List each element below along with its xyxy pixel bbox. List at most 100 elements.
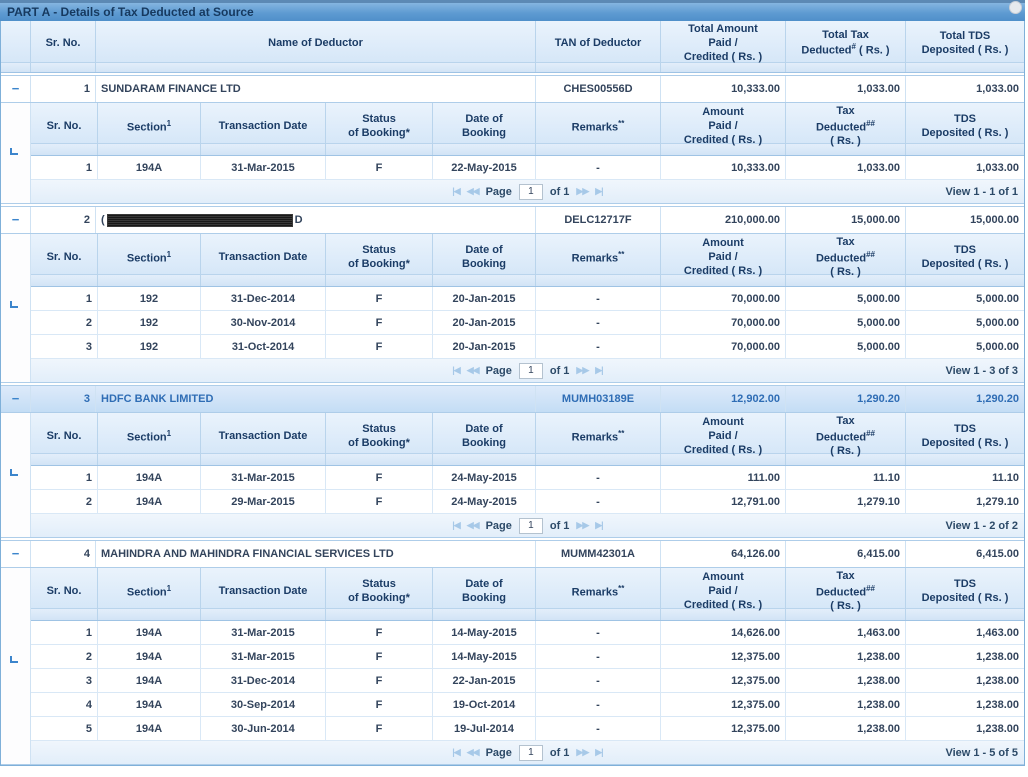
tree-elbow-icon: [10, 300, 18, 308]
transaction-row[interactable]: 2 194A 31-Mar-2015 F 14-May-2015 - 12,37…: [31, 645, 1024, 669]
cell-tax: 1,238.00: [786, 669, 906, 692]
page-of-label: of 1: [549, 185, 570, 198]
cell-remarks: -: [536, 645, 661, 668]
first-page-icon[interactable]: |◀: [452, 186, 461, 197]
last-page-icon[interactable]: ▶|: [595, 520, 604, 531]
collapse-cell[interactable]: −: [1, 386, 31, 412]
cell-amount: 70,000.00: [661, 287, 786, 310]
collapse-cell[interactable]: −: [1, 207, 31, 233]
subgrid-gutter: [1, 234, 31, 382]
next-page-icon[interactable]: ▶▶: [576, 520, 589, 531]
cell-tax: 1,238.00: [786, 717, 906, 740]
cell-tds: 1,238.00: [976, 674, 1019, 687]
transaction-row[interactable]: 5 194A 30-Jun-2014 F 19-Jul-2014 - 12,37…: [31, 717, 1024, 741]
collapse-icon[interactable]: −: [12, 547, 20, 560]
cell-booking-date: 22-Jan-2015: [433, 669, 536, 692]
cell-transaction-date: 31-Mar-2015: [201, 621, 326, 644]
cell-tds: 1,238.00: [976, 698, 1019, 711]
cell-booking-date: 22-May-2015: [433, 156, 536, 179]
cell-remarks: -: [536, 693, 661, 716]
cell-tds: 1,463.00: [976, 626, 1019, 639]
tree-elbow-icon: [10, 468, 18, 476]
cell-section: 194A: [98, 645, 201, 668]
main-header-total-tax: Total Tax Deducted# ( Rs. ): [786, 21, 906, 67]
last-page-icon[interactable]: ▶|: [595, 747, 604, 758]
cell-booking-date: 20-Jan-2015: [433, 287, 536, 310]
cell-tax: 11.10: [786, 466, 906, 489]
collapse-icon[interactable]: −: [12, 82, 20, 95]
prev-page-icon[interactable]: ◀◀: [467, 747, 480, 758]
prev-page-icon[interactable]: ◀◀: [467, 186, 480, 197]
transaction-row[interactable]: 2 194A 29-Mar-2015 F 24-May-2015 - 12,79…: [31, 490, 1024, 514]
first-page-icon[interactable]: |◀: [452, 747, 461, 758]
cell-tax: 1,279.10: [786, 490, 906, 513]
next-page-icon[interactable]: ▶▶: [576, 365, 589, 376]
deductor-tan: MUMM42301A: [536, 541, 661, 567]
cell-remarks: -: [536, 717, 661, 740]
transaction-row[interactable]: 3 194A 31-Dec-2014 F 22-Jan-2015 - 12,37…: [31, 669, 1024, 693]
part-a-tds-panel: PART A - Details of Tax Deducted at Sour…: [0, 0, 1025, 766]
transaction-row[interactable]: 1 194A 31-Mar-2015 F 14-May-2015 - 14,62…: [31, 621, 1024, 645]
page-input[interactable]: [518, 517, 543, 534]
cell-transaction-date: 31-Dec-2014: [201, 287, 326, 310]
cell-section: 194A: [98, 669, 201, 692]
prev-page-icon[interactable]: ◀◀: [467, 365, 480, 376]
cell-transaction-date: 31-Mar-2015: [201, 156, 326, 179]
cell-tds: 1,238.00: [976, 650, 1019, 663]
cell-amount: 12,375.00: [661, 693, 786, 716]
collapse-icon[interactable]: −: [12, 213, 20, 226]
transaction-row[interactable]: 1 194A 31-Mar-2015 F 22-May-2015 - 10,33…: [31, 156, 1024, 180]
deductor-total-amount: 10,333.00: [661, 76, 786, 102]
cell-remarks: -: [536, 335, 661, 358]
deductor-row[interactable]: − 1 SUNDARAM FINANCE LTD CHES00556D 10,3…: [1, 76, 1024, 102]
next-page-icon[interactable]: ▶▶: [576, 186, 589, 197]
deductor-row[interactable]: − 4 MAHINDRA AND MAHINDRA FINANCIAL SERV…: [1, 541, 1024, 567]
deductor-srno: 3: [31, 386, 96, 412]
transaction-row[interactable]: 3 192 31-Oct-2014 F 20-Jan-2015 - 70,000…: [31, 335, 1024, 359]
deductor-total-amount: 64,126.00: [661, 541, 786, 567]
transaction-row[interactable]: 1 194A 31-Mar-2015 F 24-May-2015 - 111.0…: [31, 466, 1024, 490]
cell-amount: 70,000.00: [661, 311, 786, 334]
subgrid-gutter: [1, 413, 31, 537]
last-page-icon[interactable]: ▶|: [595, 186, 604, 197]
deductor-group: − 4 MAHINDRA AND MAHINDRA FINANCIAL SERV…: [1, 540, 1024, 765]
cell-remarks: -: [536, 490, 661, 513]
cell-booking-date: 14-May-2015: [433, 645, 536, 668]
cell-booking-date: 19-Jul-2014: [433, 717, 536, 740]
deductor-row[interactable]: − 2 (D DELC12717F 210,000.00 15,000.00 1…: [1, 207, 1024, 233]
cell-section: 194A: [98, 156, 201, 179]
deductor-name: SUNDARAM FINANCE LTD: [96, 76, 536, 102]
transaction-row[interactable]: 1 192 31-Dec-2014 F 20-Jan-2015 - 70,000…: [31, 287, 1024, 311]
transaction-row[interactable]: 2 192 30-Nov-2014 F 20-Jan-2015 - 70,000…: [31, 311, 1024, 335]
deductor-row-selected[interactable]: − 3 HDFC BANK LIMITED MUMH03189E 12,902.…: [1, 386, 1024, 412]
subgrid-gutter: [1, 103, 31, 203]
prev-page-icon[interactable]: ◀◀: [467, 520, 480, 531]
view-range-label: View 1 - 2 of 2: [945, 519, 1018, 532]
collapse-cell[interactable]: −: [1, 541, 31, 567]
transactions-subgrid: Sr. No. Section1 Transaction Date Status…: [1, 102, 1024, 203]
first-page-icon[interactable]: |◀: [452, 365, 461, 376]
collapse-icon[interactable]: −: [12, 392, 20, 405]
transaction-row[interactable]: 4 194A 30-Sep-2014 F 19-Oct-2014 - 12,37…: [31, 693, 1024, 717]
cell-srno: 3: [31, 669, 98, 692]
sub-header-spacer: [31, 609, 1024, 621]
cell-tax: 5,000.00: [786, 335, 906, 358]
deductor-tan: MUMH03189E: [536, 386, 661, 412]
page-input[interactable]: [518, 362, 543, 379]
cell-section: 194A: [98, 717, 201, 740]
page-input[interactable]: [518, 183, 543, 200]
page-input[interactable]: [518, 744, 543, 761]
cell-status: F: [326, 466, 433, 489]
cell-transaction-date: 31-Mar-2015: [201, 466, 326, 489]
transactions-subgrid: Sr. No. Section1 Transaction Date Status…: [1, 412, 1024, 537]
collapse-cell[interactable]: −: [1, 76, 31, 102]
deductor-name: (D: [96, 207, 536, 233]
sub-header-spacer: [31, 454, 1024, 466]
sub-header-spacer: [31, 275, 1024, 287]
last-page-icon[interactable]: ▶|: [595, 365, 604, 376]
cell-tds: 1,279.10: [976, 495, 1019, 508]
first-page-icon[interactable]: |◀: [452, 520, 461, 531]
deductor-total-tax: 1,033.00: [786, 76, 906, 102]
next-page-icon[interactable]: ▶▶: [576, 747, 589, 758]
close-icon[interactable]: [1009, 1, 1022, 14]
